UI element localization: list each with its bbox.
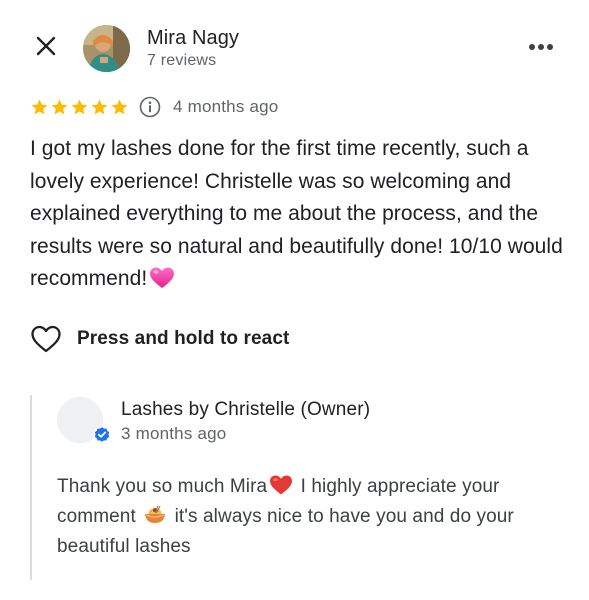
close-button[interactable] <box>28 28 64 64</box>
heart-outline-icon <box>31 325 61 353</box>
star-rating <box>30 98 129 117</box>
red-heart-emoji <box>270 475 293 495</box>
owner-name: Lashes by Christelle (Owner) <box>121 399 371 420</box>
star-icon <box>31 98 48 114</box>
review-text: I got my lashes done for the first time … <box>30 133 570 296</box>
react-button[interactable]: Press and hold to react <box>30 322 289 356</box>
rating-row: 4 months ago <box>30 94 278 120</box>
review-body: I got my lashes done for the first time … <box>30 137 563 290</box>
owner-reply-text: Thank you so much Mira I highly apprecia… <box>57 472 562 562</box>
owner-reply-time: 3 months ago <box>121 424 227 443</box>
reviewer-review-count[interactable]: 7 reviews <box>147 52 216 70</box>
star-icon <box>111 98 128 114</box>
star-icon <box>71 98 88 114</box>
owner-reply: Lashes by Christelle (Owner) 3 months ag… <box>30 395 570 580</box>
pink-heart-emoji <box>150 267 175 288</box>
review-header: Mira Nagy 7 reviews <box>0 0 589 90</box>
star-icon <box>91 98 108 114</box>
reviewer-avatar[interactable] <box>83 25 130 72</box>
more-horizontal-icon <box>529 44 535 50</box>
spaghetti-bowl-emoji <box>145 505 166 523</box>
review-time: 4 months ago <box>173 97 279 116</box>
info-icon[interactable] <box>139 96 161 118</box>
react-label: Press and hold to react <box>77 328 290 349</box>
close-icon <box>36 36 56 56</box>
reply-text-part1: Thank you so much Mira <box>57 476 268 497</box>
reviewer-name[interactable]: Mira Nagy <box>147 27 239 50</box>
verified-check-icon <box>93 426 111 444</box>
more-options-button[interactable] <box>522 34 560 60</box>
star-icon <box>51 98 68 114</box>
